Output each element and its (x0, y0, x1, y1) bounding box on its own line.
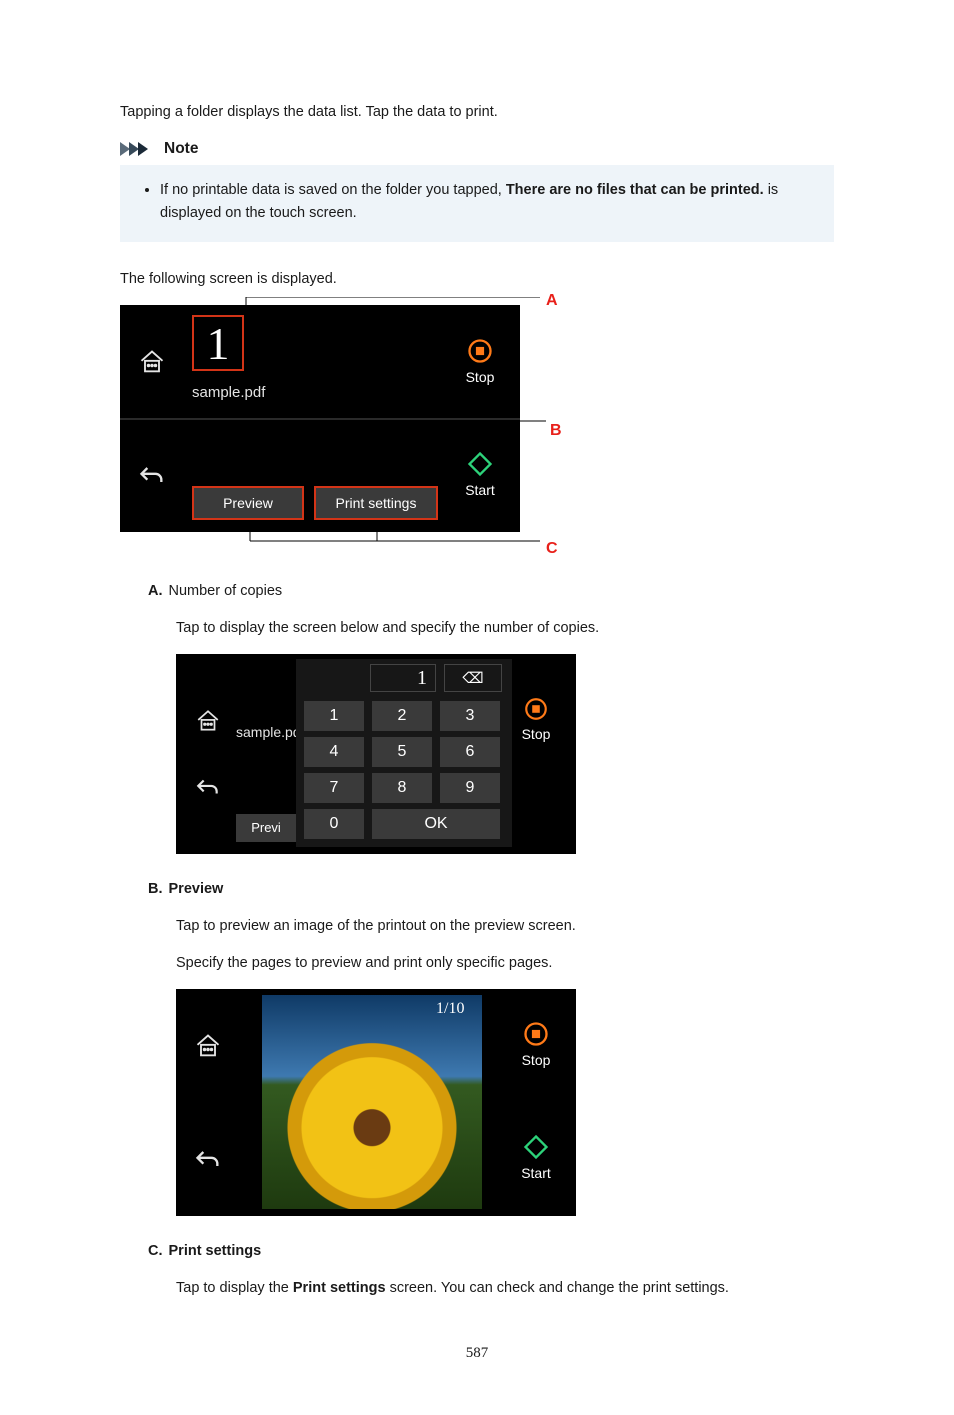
stop-icon (466, 337, 494, 365)
item-B-row: B. Preview (148, 878, 834, 900)
stop-button[interactable]: Stop (504, 997, 568, 1095)
item-C-desc-bold: Print settings (293, 1280, 386, 1296)
note-arrow-icon (120, 140, 158, 158)
keypad-delete[interactable]: ⌫ (444, 664, 502, 692)
back-icon[interactable] (184, 1110, 232, 1208)
keypad-display: 1 (370, 664, 436, 692)
divider (120, 418, 520, 420)
start-icon (466, 450, 494, 478)
note-heading-text: Note (164, 137, 198, 161)
item-C-title: Print settings (169, 1240, 262, 1262)
home-icon[interactable] (128, 313, 176, 411)
item-A-letter: A. (148, 580, 163, 602)
item-A-desc: Tap to display the screen below and spec… (176, 617, 834, 639)
intro-text: Tapping a folder displays the data list.… (120, 101, 834, 123)
callout-B: B (550, 419, 562, 444)
filename-label: sample.pdf (192, 381, 265, 404)
copies-value: 1 (207, 308, 230, 379)
note-item-prefix: If no printable data is saved on the fol… (160, 182, 506, 198)
copies-count[interactable]: 1 (192, 315, 244, 371)
item-B-letter: B. (148, 878, 163, 900)
note-item-bold: There are no files that can be printed. (506, 182, 764, 198)
page-number: 587 (120, 1342, 834, 1365)
item-C-desc: Tap to display the Print settings screen… (176, 1277, 834, 1299)
page-indicator: 1/10 (436, 997, 464, 1022)
stop-icon (522, 1020, 550, 1048)
key-0[interactable]: 0 (304, 809, 364, 839)
item-A-row: A. Number of copies (148, 580, 834, 602)
key-3[interactable]: 3 (440, 701, 500, 731)
screenshot-preview: Stop Start 1/10 (176, 989, 576, 1216)
stop-label: Stop (522, 1050, 551, 1072)
stop-button[interactable]: Stop (504, 672, 568, 770)
print-settings-button[interactable]: Print settings (316, 488, 436, 518)
note-heading-row: Note (120, 137, 834, 161)
key-6[interactable]: 6 (440, 737, 500, 767)
stop-button[interactable]: Stop (448, 313, 512, 411)
home-icon[interactable] (184, 997, 232, 1095)
stop-label: Stop (466, 367, 495, 389)
start-button[interactable]: Start (448, 426, 512, 524)
key-5[interactable]: 5 (372, 737, 432, 767)
start-label: Start (521, 1163, 551, 1185)
start-icon (522, 1133, 550, 1161)
start-label: Start (465, 480, 495, 502)
item-C-row: C. Print settings (148, 1240, 834, 1262)
following-screen-text: The following screen is displayed. (120, 268, 834, 290)
key-9[interactable]: 9 (440, 773, 500, 803)
item-C-desc-suffix: screen. You can check and change the pri… (386, 1280, 729, 1296)
key-2[interactable]: 2 (372, 701, 432, 731)
key-1[interactable]: 1 (304, 701, 364, 731)
item-B-desc1: Tap to preview an image of the printout … (176, 915, 834, 937)
start-button[interactable]: Start (504, 1110, 568, 1208)
back-icon[interactable] (184, 738, 232, 836)
preview-image[interactable] (262, 995, 482, 1209)
item-B-desc2: Specify the pages to preview and print o… (176, 952, 834, 974)
callout-C: C (546, 537, 558, 562)
keypad: 1 ⌫ 1 2 3 4 5 6 7 8 9 0 OK (296, 659, 512, 847)
item-A-title: Number of copies (169, 580, 283, 602)
back-icon[interactable] (128, 426, 176, 524)
preview-button-partial[interactable]: Previ (236, 814, 296, 842)
preview-button[interactable]: Preview (194, 488, 302, 518)
screenshot-keypad: Stop sample.pd Previ 1 ⌫ 1 2 3 4 5 6 7 8… (176, 654, 576, 854)
key-4[interactable]: 4 (304, 737, 364, 767)
callout-A: A (546, 289, 558, 314)
screenshot-main: Stop Start 1 sample.pdf Preview Print se… (120, 305, 520, 532)
note-body: If no printable data is saved on the fol… (120, 165, 834, 242)
key-ok[interactable]: OK (372, 809, 500, 839)
stop-label: Stop (522, 724, 551, 746)
key-8[interactable]: 8 (372, 773, 432, 803)
item-B-title: Preview (169, 878, 224, 900)
item-C-desc-prefix: Tap to display the (176, 1280, 293, 1296)
stop-icon (523, 696, 549, 722)
note-item: If no printable data is saved on the fol… (160, 179, 820, 224)
key-7[interactable]: 7 (304, 773, 364, 803)
item-C-letter: C. (148, 1240, 163, 1262)
filename-label: sample.pd (236, 722, 305, 744)
